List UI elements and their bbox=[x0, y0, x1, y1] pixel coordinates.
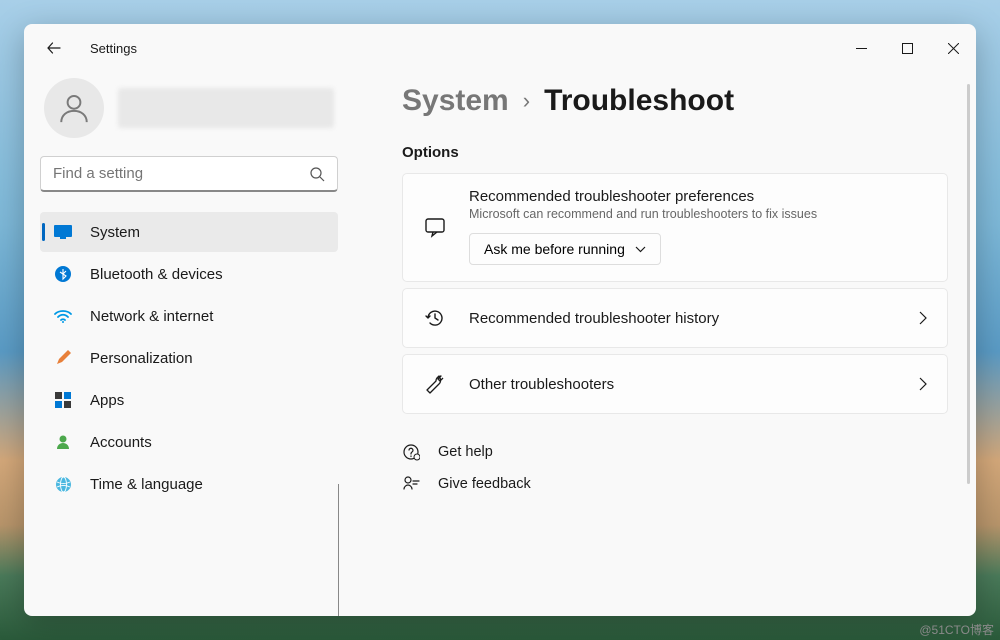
search-input[interactable] bbox=[53, 165, 309, 182]
give-feedback-link[interactable]: Give feedback bbox=[402, 468, 948, 500]
history-icon bbox=[423, 307, 447, 329]
sidebar: System Bluetooth & devices Network & int… bbox=[24, 72, 354, 616]
nav-label: Network & internet bbox=[90, 308, 213, 325]
related-links: Get help Give feedback bbox=[402, 436, 948, 500]
main-content: System › Troubleshoot Options Recommende… bbox=[354, 72, 976, 616]
chat-icon bbox=[423, 216, 447, 238]
chevron-right-icon: › bbox=[523, 88, 530, 114]
main-scrollbar[interactable] bbox=[967, 84, 970, 484]
get-help-link[interactable]: Get help bbox=[402, 436, 948, 468]
sidebar-item-accounts[interactable]: Accounts bbox=[40, 422, 338, 462]
pref-dropdown[interactable]: Ask me before running bbox=[469, 233, 661, 265]
history-title: Recommended troubleshooter history bbox=[469, 310, 897, 327]
sidebar-item-time[interactable]: Time & language bbox=[40, 464, 338, 504]
breadcrumb-current: Troubleshoot bbox=[544, 84, 734, 118]
nav-list: System Bluetooth & devices Network & int… bbox=[40, 212, 338, 504]
chevron-right-icon bbox=[919, 311, 927, 325]
sidebar-item-apps[interactable]: Apps bbox=[40, 380, 338, 420]
window-title: Settings bbox=[90, 41, 137, 56]
card-other-troubleshooters[interactable]: Other troubleshooters bbox=[402, 354, 948, 414]
breadcrumb: System › Troubleshoot bbox=[402, 84, 948, 118]
back-arrow-icon bbox=[46, 40, 62, 56]
wifi-icon bbox=[54, 307, 72, 325]
maximize-icon bbox=[902, 43, 913, 54]
feedback-label: Give feedback bbox=[438, 476, 531, 492]
help-label: Get help bbox=[438, 444, 493, 460]
titlebar: Settings bbox=[24, 24, 976, 72]
account-icon bbox=[54, 433, 72, 451]
apps-icon bbox=[54, 391, 72, 409]
dropdown-value: Ask me before running bbox=[484, 241, 625, 257]
feedback-icon bbox=[402, 475, 420, 493]
close-icon bbox=[948, 43, 959, 54]
chevron-right-icon bbox=[919, 377, 927, 391]
watermark: @51CTO博客 bbox=[919, 621, 994, 638]
globe-icon bbox=[54, 475, 72, 493]
card-history[interactable]: Recommended troubleshooter history bbox=[402, 288, 948, 348]
sidebar-item-network[interactable]: Network & internet bbox=[40, 296, 338, 336]
pref-title: Recommended troubleshooter preferences bbox=[469, 188, 927, 205]
avatar bbox=[44, 78, 104, 138]
person-icon bbox=[57, 91, 91, 125]
search-icon bbox=[309, 166, 325, 182]
nav-label: Personalization bbox=[90, 350, 193, 367]
profile-name bbox=[118, 88, 334, 128]
back-button[interactable] bbox=[42, 36, 66, 60]
help-icon bbox=[402, 443, 420, 461]
sidebar-item-personalization[interactable]: Personalization bbox=[40, 338, 338, 378]
bluetooth-icon bbox=[54, 265, 72, 283]
chevron-down-icon bbox=[635, 246, 646, 253]
minimize-icon bbox=[856, 43, 867, 54]
nav-label: System bbox=[90, 224, 140, 241]
nav-label: Bluetooth & devices bbox=[90, 266, 223, 283]
maximize-button[interactable] bbox=[884, 32, 930, 64]
search-box[interactable] bbox=[40, 156, 338, 192]
sidebar-item-system[interactable]: System bbox=[40, 212, 338, 252]
brush-icon bbox=[54, 349, 72, 367]
wrench-icon bbox=[423, 373, 447, 395]
minimize-button[interactable] bbox=[838, 32, 884, 64]
display-icon bbox=[54, 223, 72, 241]
sidebar-scrollbar[interactable] bbox=[338, 484, 339, 616]
sidebar-item-bluetooth[interactable]: Bluetooth & devices bbox=[40, 254, 338, 294]
card-preferences: Recommended troubleshooter preferences M… bbox=[402, 173, 948, 282]
nav-label: Apps bbox=[90, 392, 124, 409]
pref-subtitle: Microsoft can recommend and run troubles… bbox=[469, 207, 927, 221]
nav-label: Accounts bbox=[90, 434, 152, 451]
breadcrumb-parent[interactable]: System bbox=[402, 84, 509, 118]
nav-label: Time & language bbox=[90, 476, 203, 493]
other-title: Other troubleshooters bbox=[469, 376, 897, 393]
section-title-options: Options bbox=[402, 144, 948, 161]
close-button[interactable] bbox=[930, 32, 976, 64]
settings-window: Settings System Bluetooth & devices Netw… bbox=[24, 24, 976, 616]
profile-section[interactable] bbox=[40, 72, 338, 156]
